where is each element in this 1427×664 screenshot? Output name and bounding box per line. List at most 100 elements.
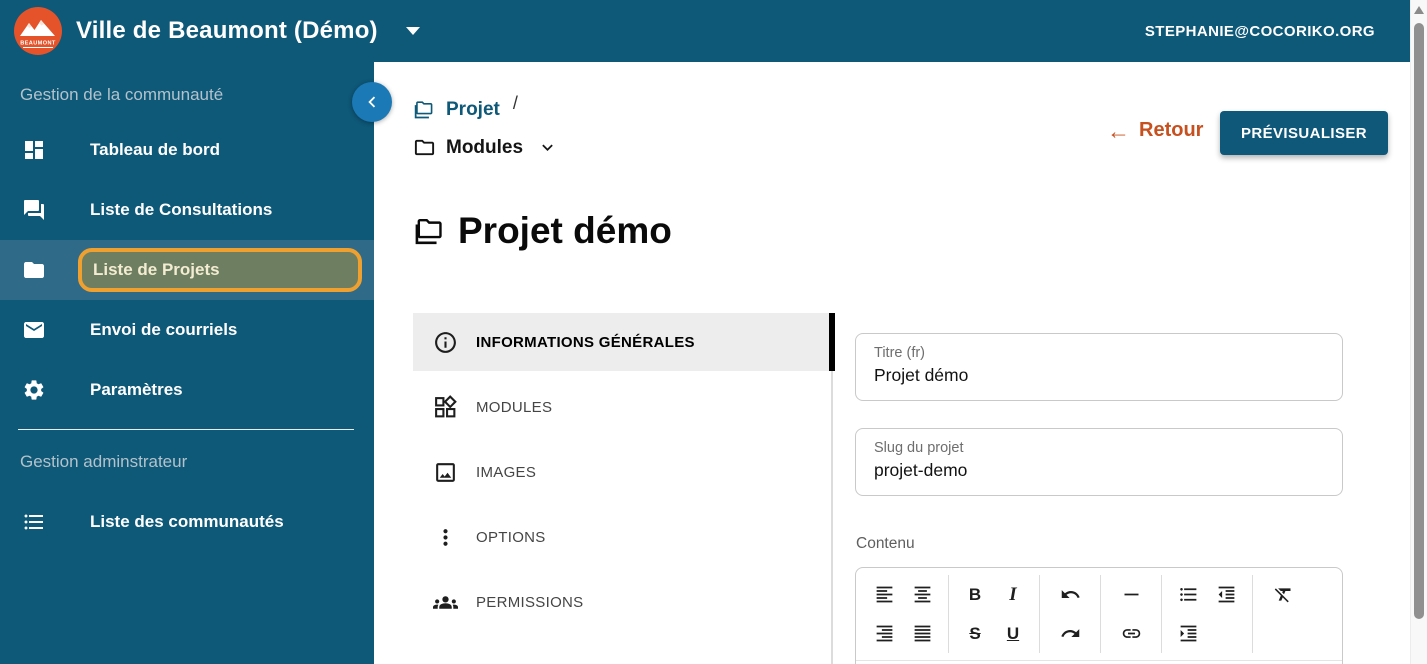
general-info-form: Titre (fr) Projet démo Slug du projet pr…: [855, 333, 1343, 664]
tab-label: MODULES: [476, 398, 553, 416]
tab-options[interactable]: OPTIONS: [413, 508, 833, 566]
community-switcher[interactable]: BEAUMONT Ville de Beaumont (Démo): [14, 7, 420, 55]
chevron-left-icon: [368, 96, 376, 108]
sidebar-item-label: Paramètres: [90, 380, 183, 399]
chevron-down-icon: [542, 144, 553, 151]
sidebar-section-admin: Gestion adminstrateur: [20, 452, 188, 471]
sidebar-item-liste-de-projets[interactable]: Liste de Projets: [0, 240, 374, 300]
bulleted-list-icon[interactable]: [1171, 578, 1205, 612]
page-scrollbar[interactable]: [1410, 0, 1427, 664]
text-style-group: B I S U: [949, 575, 1040, 653]
clear-group: [1253, 575, 1313, 653]
sidebar-item-label: Tableau de bord: [90, 140, 221, 159]
sidebar-nav: Tableau de bord Liste de Consultations L…: [0, 120, 374, 420]
back-label: Retour: [1139, 119, 1204, 141]
title-fr-label: Titre (fr): [874, 345, 926, 361]
folder-outline-icon: [414, 139, 435, 156]
tab-images[interactable]: IMAGES: [413, 443, 833, 501]
breadcrumb-project-label: Projet: [446, 98, 500, 120]
outdent-icon[interactable]: [1209, 578, 1243, 612]
list-icon: [24, 514, 43, 530]
sidebar-item-label: Liste des communautés: [90, 512, 284, 531]
sidebar-item-envoi-de-courriels[interactable]: Envoi de courriels: [0, 300, 374, 360]
page-title: Projet démo: [413, 210, 672, 252]
indent-icon[interactable]: [1171, 617, 1205, 651]
chevron-down-icon: [405, 27, 420, 35]
rich-text-editor[interactable]: B I S U: [855, 567, 1343, 664]
breadcrumb-project[interactable]: Projet /: [413, 93, 558, 121]
tab-label: OPTIONS: [476, 528, 546, 546]
italic-icon[interactable]: I: [996, 578, 1030, 612]
strikethrough-icon[interactable]: S: [958, 617, 992, 651]
community-name: Ville de Beaumont (Démo): [76, 17, 378, 44]
sidebar-divider: [18, 429, 354, 430]
tab-label: PERMISSIONS: [476, 593, 584, 611]
sidebar-nav-admin: Liste des communautés: [0, 492, 374, 552]
preview-button[interactable]: PRÉVISUALISER: [1220, 111, 1388, 155]
bold-icon[interactable]: B: [958, 578, 992, 612]
user-email[interactable]: STEPHANIE@COCORIKO.ORG: [1145, 0, 1375, 62]
undo-icon[interactable]: [1053, 578, 1087, 612]
tab-informations-generales[interactable]: INFORMATIONS GÉNÉRALES: [413, 313, 835, 371]
redo-icon[interactable]: [1053, 617, 1087, 651]
back-link[interactable]: ← Retour: [1107, 119, 1203, 142]
logo-text: BEAUMONT: [20, 41, 56, 47]
remove-format-icon[interactable]: [1266, 578, 1300, 612]
sidebar-item-liste-des-communautes[interactable]: Liste des communautés: [0, 492, 374, 552]
breadcrumb-separator: /: [512, 93, 518, 113]
folders-icon: [415, 219, 442, 245]
tab-permissions[interactable]: PERMISSIONS: [413, 573, 833, 631]
tab-label: INFORMATIONS GÉNÉRALES: [476, 333, 695, 351]
breadcrumb-modules-dropdown[interactable]: Modules: [413, 136, 558, 159]
main-content: Projet / Modules ← Retour PRÉVISUALISER …: [374, 62, 1410, 664]
left-arrow-icon: ←: [1107, 117, 1130, 144]
scrollbar-up-arrow-icon[interactable]: [1414, 6, 1424, 14]
editor-toolbar: B I S U: [856, 568, 1342, 661]
scrollbar-thumb[interactable]: [1414, 23, 1424, 619]
image-icon: [436, 462, 455, 482]
sidebar-item-liste-de-consultations[interactable]: Liste de Consultations: [0, 180, 374, 240]
info-icon: [435, 331, 456, 353]
sidebar-item-label: Envoi de courriels: [90, 320, 238, 339]
underline-icon[interactable]: U: [996, 617, 1030, 651]
people-icon: [433, 595, 458, 609]
widgets-icon: [435, 394, 457, 417]
folders-icon: [414, 101, 433, 119]
sidebar-collapse-button[interactable]: [352, 82, 392, 122]
sidebar-item-label-highlighted: Liste de Projets: [78, 248, 362, 292]
app-window: BEAUMONT Ville de Beaumont (Démo) STEPHA…: [0, 0, 1427, 664]
sidebar-item-tableau-de-bord[interactable]: Tableau de bord: [0, 120, 374, 180]
tab-modules[interactable]: MODULES: [413, 378, 833, 436]
align-group: [858, 575, 949, 653]
content-label: Contenu: [856, 535, 915, 552]
sidebar-section-community: Gestion de la communauté: [20, 85, 224, 104]
align-right-icon[interactable]: [867, 617, 901, 651]
gear-icon: [24, 380, 44, 400]
mail-icon: [24, 322, 44, 338]
page-title-text: Projet démo: [458, 210, 672, 251]
beaumont-logo-icon: BEAUMONT: [14, 7, 62, 55]
slug-field[interactable]: Slug du projet projet-demo: [855, 428, 1343, 496]
title-fr-field[interactable]: Titre (fr) Projet démo: [855, 333, 1343, 401]
align-justify-icon[interactable]: [905, 617, 939, 651]
tab-label: IMAGES: [476, 463, 537, 481]
kebab-menu-icon: [443, 528, 448, 546]
horizontal-rule-icon[interactable]: [1114, 578, 1148, 612]
insert-group: [1101, 575, 1162, 653]
tab-navigation: INFORMATIONS GÉNÉRALES MODULES IMAGES OP…: [413, 313, 835, 664]
title-fr-value: Projet démo: [874, 365, 969, 385]
sidebar-item-parametres[interactable]: Paramètres: [0, 360, 374, 420]
align-left-icon[interactable]: [867, 578, 901, 612]
folder-icon: [24, 262, 44, 278]
align-center-icon[interactable]: [905, 578, 939, 612]
breadcrumb: Projet / Modules: [413, 93, 558, 159]
sidebar: Gestion de la communauté Tableau de bord…: [0, 62, 374, 664]
sidebar-item-label: Liste de Consultations: [90, 200, 273, 219]
chat-icon: [24, 200, 44, 220]
top-header: BEAUMONT Ville de Beaumont (Démo) STEPHA…: [0, 0, 1427, 62]
slug-value: projet-demo: [874, 460, 968, 480]
history-group: [1040, 575, 1101, 653]
list-group: [1162, 575, 1253, 653]
dashboard-icon: [25, 141, 43, 159]
link-icon[interactable]: [1114, 617, 1148, 651]
